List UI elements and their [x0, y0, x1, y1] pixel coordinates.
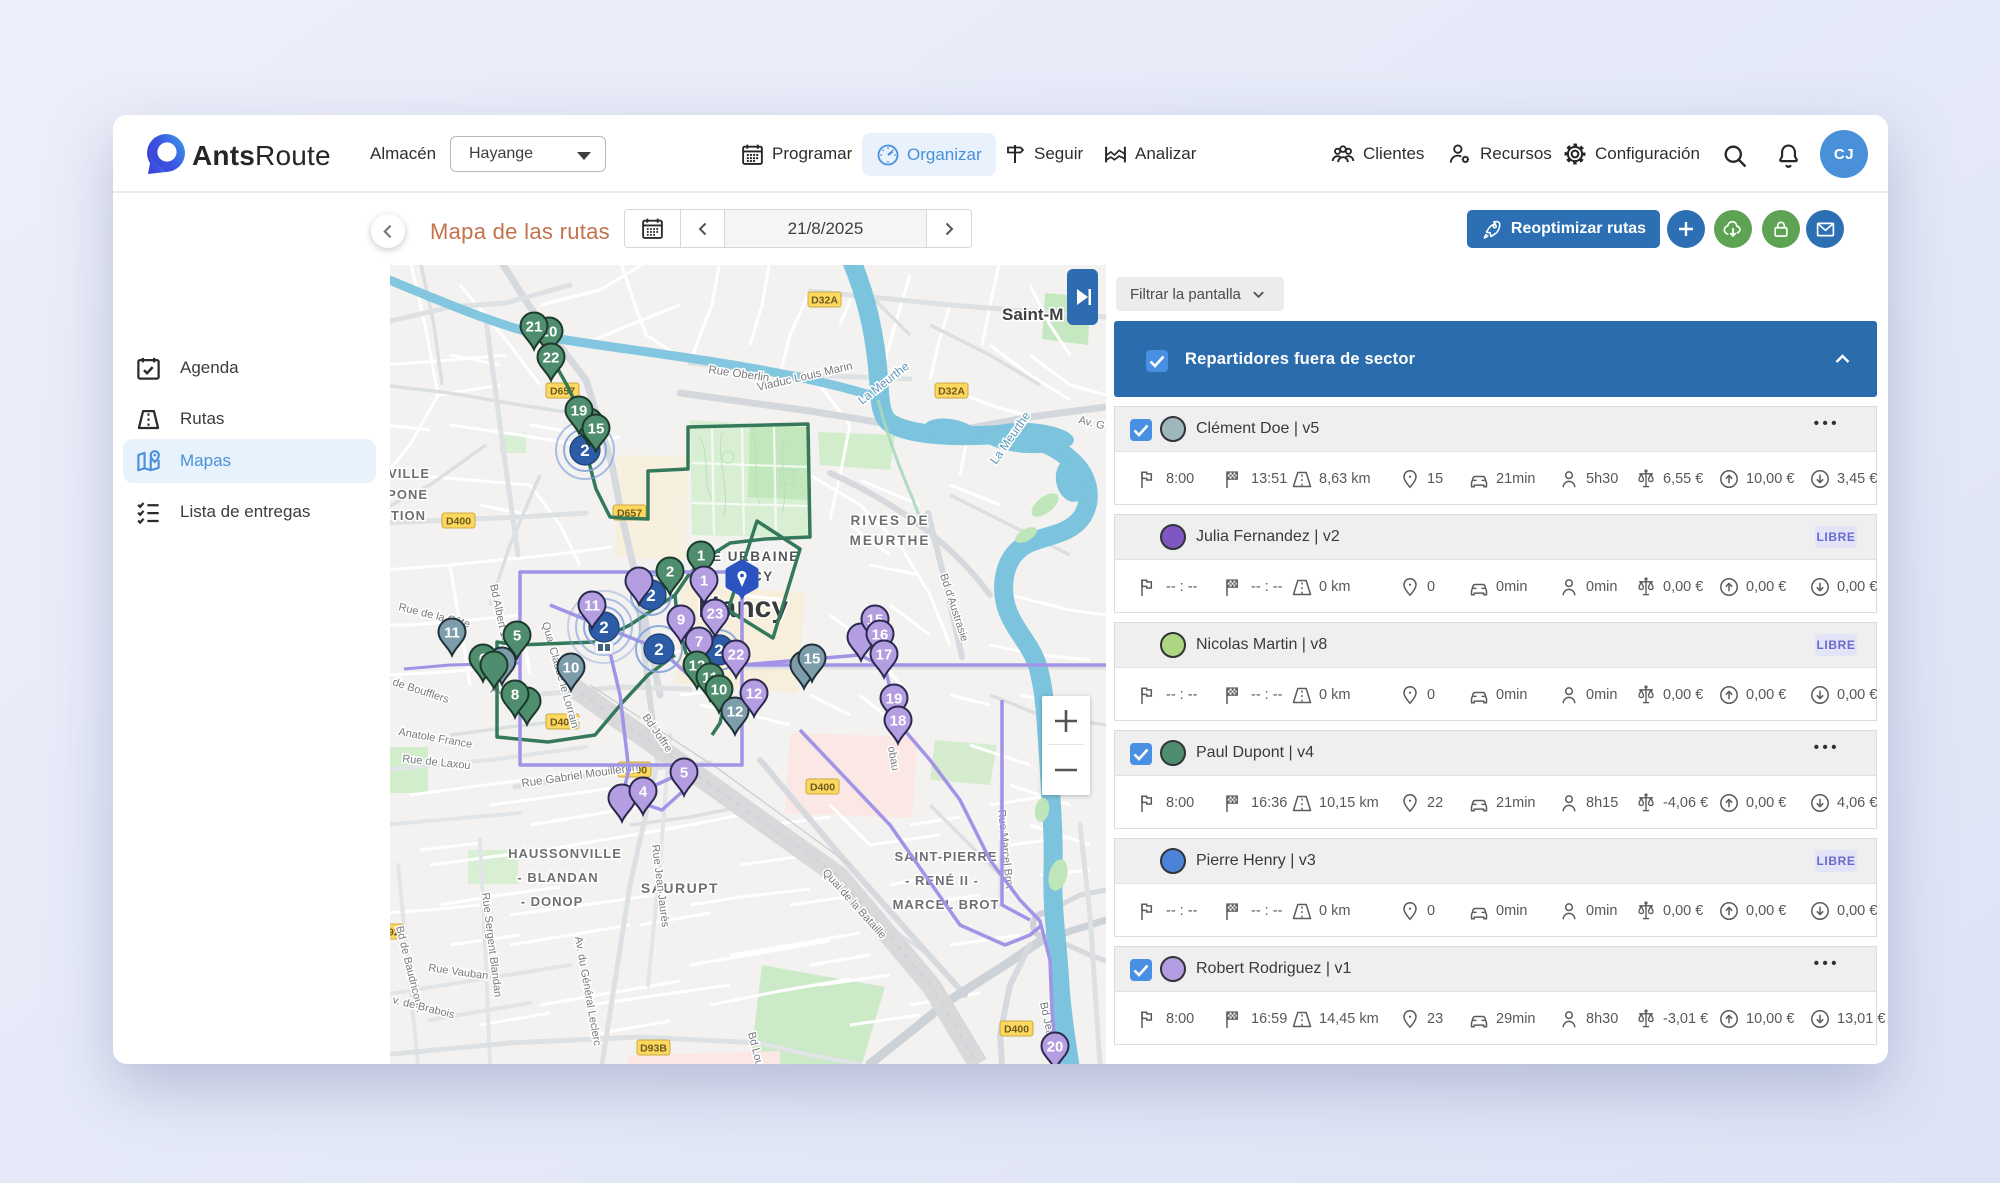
- svg-text:17: 17: [876, 647, 893, 664]
- svg-text:2: 2: [599, 618, 608, 637]
- svg-text:D400: D400: [810, 782, 835, 794]
- svg-text:10: 10: [563, 660, 580, 677]
- svg-text:15: 15: [804, 651, 821, 668]
- svg-text:19: 19: [571, 403, 588, 420]
- svg-text:22: 22: [543, 350, 560, 367]
- svg-text:7: 7: [695, 634, 703, 651]
- svg-text:4: 4: [639, 784, 648, 801]
- svg-text:D400: D400: [446, 516, 471, 528]
- svg-text:PONE: PONE: [390, 487, 428, 502]
- svg-text:- BLANDAN: - BLANDAN: [517, 870, 598, 885]
- svg-text:22: 22: [728, 647, 745, 664]
- svg-text:D400: D400: [1004, 1024, 1029, 1036]
- svg-text:MEURTHE: MEURTHE: [850, 533, 931, 548]
- svg-text:HAUSSONVILLE: HAUSSONVILLE: [508, 846, 622, 861]
- svg-text:11: 11: [444, 625, 460, 642]
- svg-text:2: 2: [666, 564, 674, 581]
- svg-text:21: 21: [526, 319, 543, 336]
- svg-text:- RENÉ II -: - RENÉ II -: [905, 873, 979, 888]
- svg-text:1: 1: [700, 573, 708, 590]
- svg-text:15: 15: [588, 421, 605, 438]
- svg-text:18: 18: [890, 713, 907, 730]
- svg-text:19: 19: [886, 691, 903, 708]
- svg-text:D93B: D93B: [640, 1043, 667, 1055]
- svg-text:20: 20: [1047, 1039, 1064, 1056]
- svg-text:D32A: D32A: [938, 386, 965, 398]
- svg-text:É URBAINE: É URBAINE: [712, 549, 800, 564]
- svg-text:TION: TION: [391, 508, 426, 523]
- svg-text:9: 9: [677, 612, 685, 629]
- svg-text:Saint-M: Saint-M: [1002, 305, 1063, 324]
- svg-text:5: 5: [513, 628, 521, 645]
- svg-text:12: 12: [746, 686, 763, 703]
- svg-text:RIVES DE: RIVES DE: [850, 513, 929, 528]
- svg-text:10: 10: [711, 682, 728, 699]
- svg-text:11: 11: [584, 598, 600, 615]
- svg-text:2: 2: [654, 640, 663, 659]
- svg-text:5: 5: [680, 765, 688, 782]
- svg-text:- DONOP: - DONOP: [521, 894, 584, 909]
- svg-text:1: 1: [697, 548, 705, 565]
- svg-text:D32A: D32A: [811, 295, 838, 307]
- svg-text:VILLE: VILLE: [390, 466, 430, 481]
- svg-text:8: 8: [511, 687, 519, 704]
- svg-text:12: 12: [727, 704, 744, 721]
- svg-text:SAURUPT: SAURUPT: [641, 880, 719, 896]
- svg-text:23: 23: [707, 606, 724, 623]
